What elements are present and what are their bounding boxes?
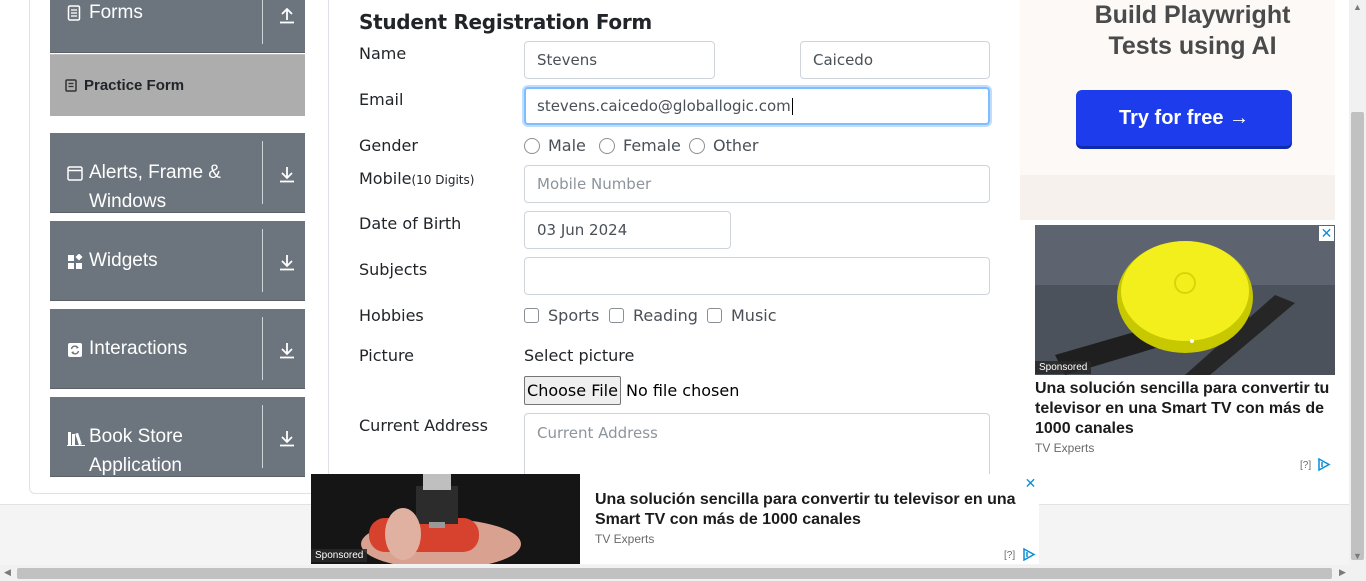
ad-headline[interactable]: Una solución sencilla para convertir tu … (595, 490, 1025, 530)
hobby-reading-checkbox[interactable] (609, 308, 624, 323)
scrollbar-thumb[interactable] (17, 568, 1332, 579)
file-status: No file chosen (626, 381, 740, 400)
divider (262, 405, 263, 468)
ad-image[interactable] (1035, 225, 1335, 375)
sidebar-group-forms[interactable]: Forms (50, 0, 305, 53)
sidebar-group-label: Book Store Application (89, 426, 183, 476)
subjects-label: Subjects (359, 260, 428, 279)
dob-input[interactable]: 03 Jun 2024 (524, 211, 731, 249)
sidebar-group-label: Widgets (89, 250, 158, 271)
widgets-icon (67, 253, 83, 270)
first-name-input[interactable]: Stevens (524, 41, 715, 79)
mobile-input[interactable]: Mobile Number (524, 165, 990, 203)
last-name-input[interactable]: Caicedo (800, 41, 990, 79)
adchoices-icon[interactable] (1022, 547, 1036, 564)
sponsored-badge: Sponsored (311, 549, 368, 562)
scrollbar-thumb[interactable] (1351, 112, 1364, 560)
divider (262, 0, 263, 44)
hobbies-label: Hobbies (359, 306, 424, 325)
arrow-down-icon[interactable] (278, 165, 296, 185)
subjects-input[interactable] (524, 257, 990, 295)
hobby-music-checkbox[interactable] (707, 308, 722, 323)
gender-option-label[interactable]: Male (548, 136, 586, 155)
email-value: stevens.caicedo@globallogic.com (537, 97, 791, 115)
window-icon (67, 166, 83, 182)
hobby-option-label[interactable]: Music (731, 306, 777, 325)
sidebar-group-interactions[interactable]: Interactions (50, 309, 305, 389)
sidebar-group-widgets[interactable]: Widgets (50, 221, 305, 301)
ad-source[interactable]: TV Experts (595, 532, 654, 546)
books-icon (67, 430, 85, 446)
sidebar-item-label: Practice Form (84, 77, 185, 94)
select-picture-label: Select picture (524, 346, 635, 365)
gender-option-label[interactable]: Female (623, 136, 681, 155)
sidebar-group-label: Forms (89, 2, 143, 23)
adchoice-label[interactable]: [?] (1300, 460, 1311, 471)
adchoice-label[interactable]: [?] (1004, 550, 1015, 561)
divider (262, 229, 263, 292)
divider (262, 141, 263, 204)
scroll-up-arrow-icon[interactable]: ▲ (1353, 2, 1362, 12)
vertical-scrollbar[interactable]: ▲ ▼ (1349, 0, 1366, 565)
ad-headline: Build Playwright Tests using AI (1094, 1, 1291, 60)
sidebar-group-book-store[interactable]: Book Store Application (50, 397, 305, 477)
arrow-down-icon[interactable] (278, 429, 296, 449)
gender-male-radio[interactable] (524, 138, 540, 154)
gender-label: Gender (359, 136, 418, 155)
try-free-button[interactable]: Try for free → (1076, 90, 1292, 146)
text-caret (791, 98, 793, 115)
sidebar-group-label: Interactions (89, 338, 188, 359)
mobile-label-text: Mobile (359, 169, 412, 188)
divider (262, 317, 263, 380)
bottom-ad[interactable]: Sponsored Una solución sencilla para con… (311, 474, 1039, 564)
dob-label: Date of Birth (359, 214, 462, 233)
sidebar-group-alerts[interactable]: Alerts, Frame & Windows (50, 133, 305, 213)
adchoices-icon[interactable] (1317, 457, 1331, 474)
picture-label: Picture (359, 346, 415, 365)
email-label: Email (359, 90, 404, 109)
hobby-option-label[interactable]: Sports (548, 306, 599, 325)
ad-source[interactable]: TV Experts (1035, 441, 1094, 455)
scroll-down-arrow-icon[interactable]: ▼ (1353, 551, 1362, 561)
scroll-left-arrow-icon[interactable]: ◀ (4, 567, 11, 578)
choose-file-button[interactable]: Choose File (524, 376, 621, 405)
sidebar-item-practice-form[interactable]: Practice Form (50, 54, 305, 116)
hobby-sports-checkbox[interactable] (524, 308, 539, 323)
current-address-textarea[interactable]: Current Address (524, 413, 990, 483)
ad-headline[interactable]: Una solución sencilla para convertir tu … (1035, 379, 1335, 439)
close-icon[interactable]: ✕ (1319, 226, 1334, 241)
scroll-right-arrow-icon[interactable]: ▶ (1339, 567, 1346, 578)
interactions-icon (67, 342, 83, 358)
arrow-up-icon[interactable] (278, 6, 296, 26)
mobile-label: Mobile(10 Digits) (359, 169, 474, 188)
close-icon[interactable]: ✕ (1023, 476, 1038, 491)
gender-female-radio[interactable] (599, 138, 615, 154)
name-label: Name (359, 44, 407, 63)
forms-icon (67, 5, 83, 21)
mobile-hint: (10 Digits) (411, 173, 475, 187)
arrow-down-icon[interactable] (278, 341, 296, 361)
address-label: Current Address (359, 416, 488, 435)
arrow-down-icon[interactable] (278, 253, 296, 273)
email-input[interactable]: stevens.caicedo@globallogic.com (524, 87, 990, 125)
gender-option-label[interactable]: Other (713, 136, 758, 155)
form-file-icon (65, 79, 77, 92)
form-title: Student Registration Form (359, 10, 652, 34)
gender-other-radio[interactable] (689, 138, 705, 154)
top-ad[interactable]: Build Playwright Tests using AI Try for … (1020, 0, 1335, 175)
sidebar-group-label: Alerts, Frame & Windows (89, 162, 221, 212)
sponsored-badge: Sponsored (1035, 361, 1092, 374)
ad-background (1020, 175, 1335, 220)
horizontal-scrollbar[interactable]: ◀ ▶ (0, 565, 1366, 581)
hobby-option-label[interactable]: Reading (633, 306, 698, 325)
